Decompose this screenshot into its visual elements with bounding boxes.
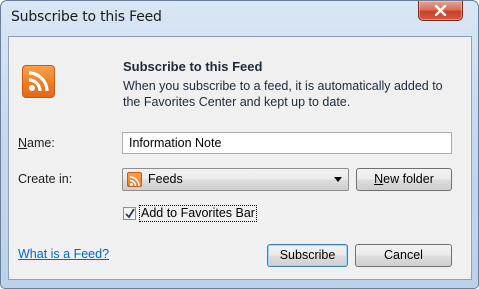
- new-folder-button[interactable]: New folder: [356, 168, 452, 191]
- dialog-heading: Subscribe to this Feed: [123, 59, 263, 74]
- rss-folder-icon: [127, 172, 142, 187]
- new-folder-mnemonic: N: [374, 172, 384, 186]
- create-in-label: Create in:: [18, 172, 73, 186]
- add-to-favorites-label[interactable]: Add to Favorites Bar: [139, 205, 257, 222]
- rss-feed-icon: [22, 65, 55, 98]
- name-label-mnemonic: N: [18, 136, 28, 150]
- create-in-dropdown[interactable]: Feeds: [122, 168, 349, 191]
- new-folder-rest: ew folder: [383, 172, 434, 186]
- name-label: Name:: [18, 136, 55, 150]
- add-to-favorites-checkbox[interactable]: [123, 207, 136, 220]
- cancel-button[interactable]: Cancel: [355, 244, 452, 267]
- chevron-down-icon: [334, 177, 342, 182]
- checkmark-icon: [125, 208, 135, 219]
- name-input[interactable]: [122, 132, 452, 154]
- title-bar[interactable]: Subscribe to this Feed: [1, 1, 478, 35]
- dialog-body: Subscribe to this Feed When you subscrib…: [8, 36, 472, 280]
- dialog-description: When you subscribe to a feed, it is auto…: [123, 79, 443, 109]
- dialog-window: Subscribe to this Feed Subscribe to this…: [0, 0, 479, 289]
- close-icon: [434, 5, 447, 16]
- create-in-value: Feeds: [148, 172, 183, 186]
- what-is-feed-link[interactable]: What is a Feed?: [18, 247, 109, 261]
- window-title: Subscribe to this Feed: [11, 9, 162, 25]
- name-label-rest: ame:: [27, 136, 55, 150]
- close-button[interactable]: [418, 1, 463, 21]
- subscribe-button[interactable]: Subscribe: [267, 244, 348, 267]
